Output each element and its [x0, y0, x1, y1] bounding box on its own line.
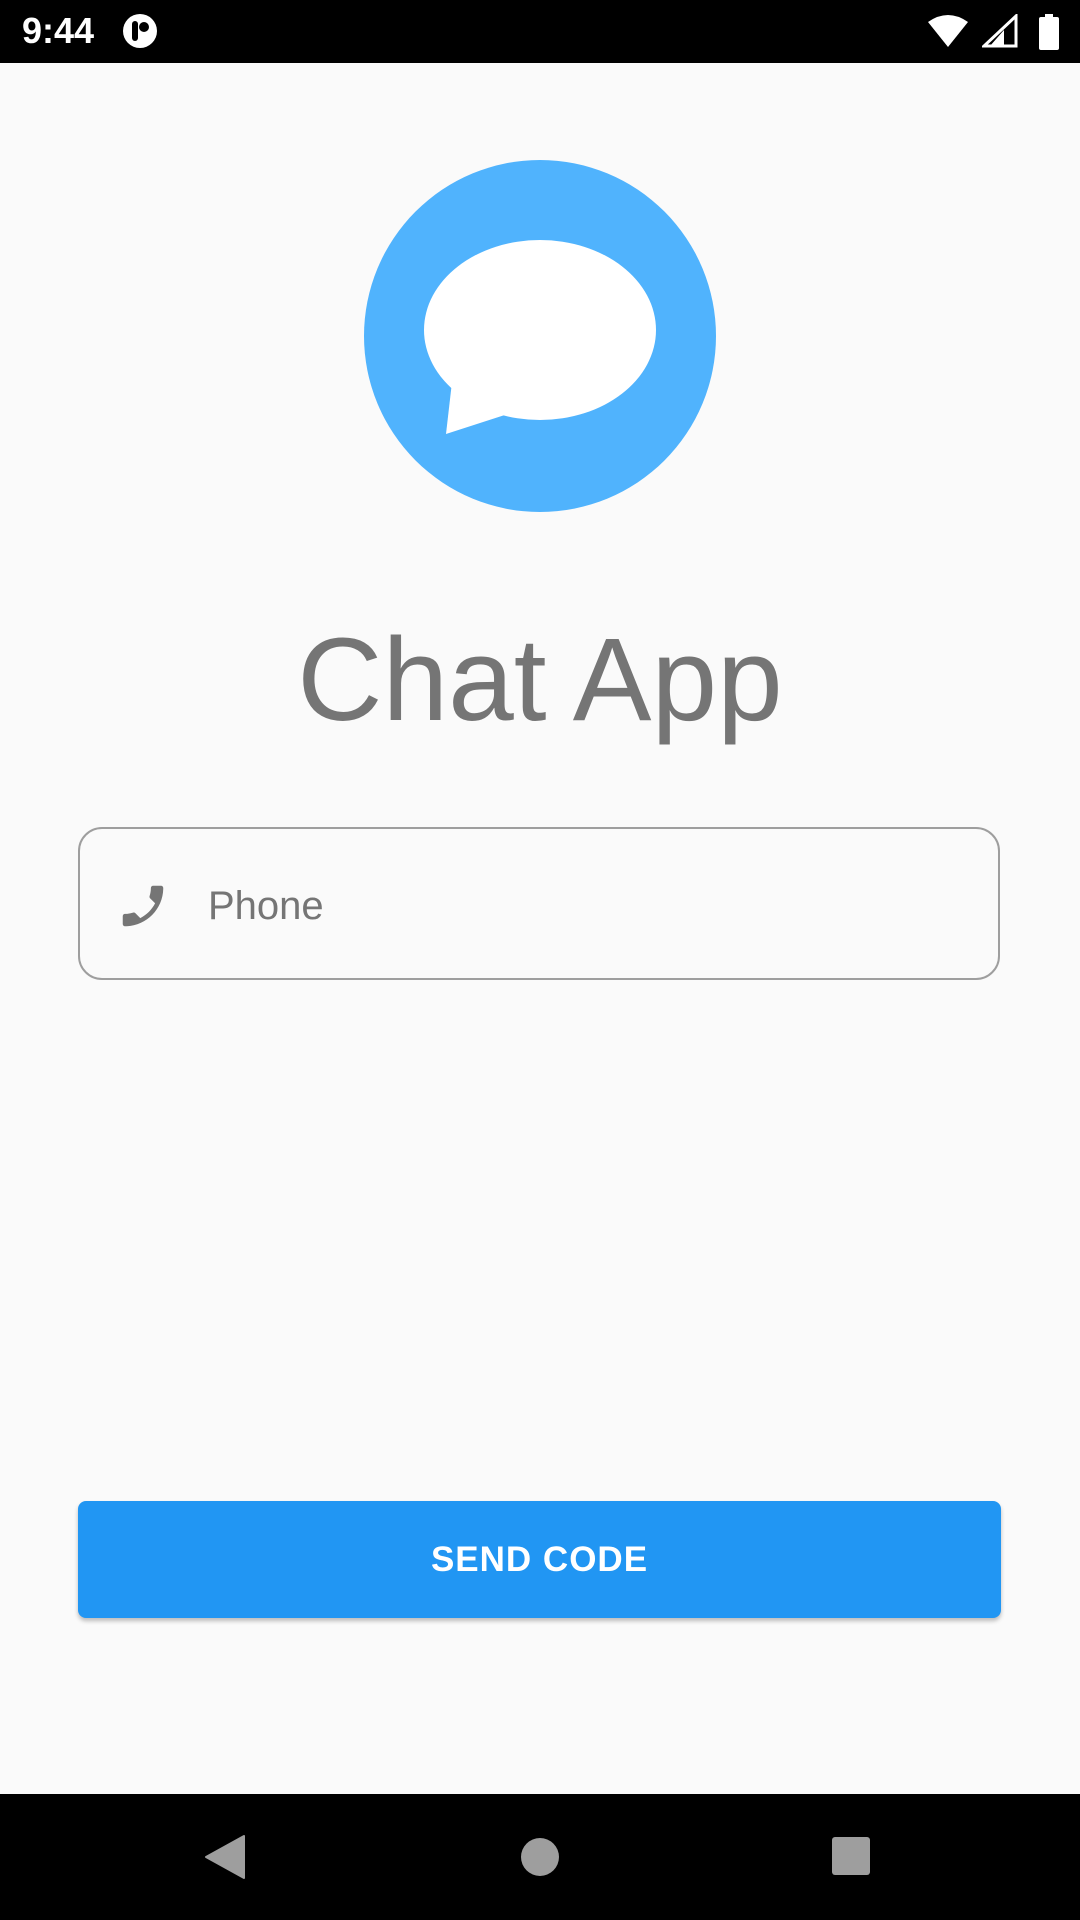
- app-title: Chat App: [297, 614, 783, 746]
- home-circle-icon[interactable]: [519, 1836, 561, 1878]
- phone-icon: [122, 885, 164, 927]
- status-time: 9:44: [22, 10, 95, 51]
- battery-icon: [1039, 14, 1059, 50]
- phone-field[interactable]: [78, 827, 1000, 980]
- cell-signal-icon: [982, 14, 1018, 48]
- phone-input[interactable]: [206, 867, 970, 945]
- notification-app-icon: [123, 14, 157, 48]
- back-triangle-icon[interactable]: [204, 1834, 246, 1880]
- send-code-button[interactable]: SEND CODE: [78, 1501, 1001, 1618]
- status-bar: 9:44: [0, 0, 1080, 63]
- navigation-bar: [0, 1794, 1080, 1920]
- recents-square-icon[interactable]: [831, 1836, 871, 1876]
- chat-bubble-icon: [364, 160, 716, 512]
- wifi-icon: [928, 15, 968, 47]
- login-screen: 9:44 Chat App Phone SEND CODE: [0, 0, 1080, 1920]
